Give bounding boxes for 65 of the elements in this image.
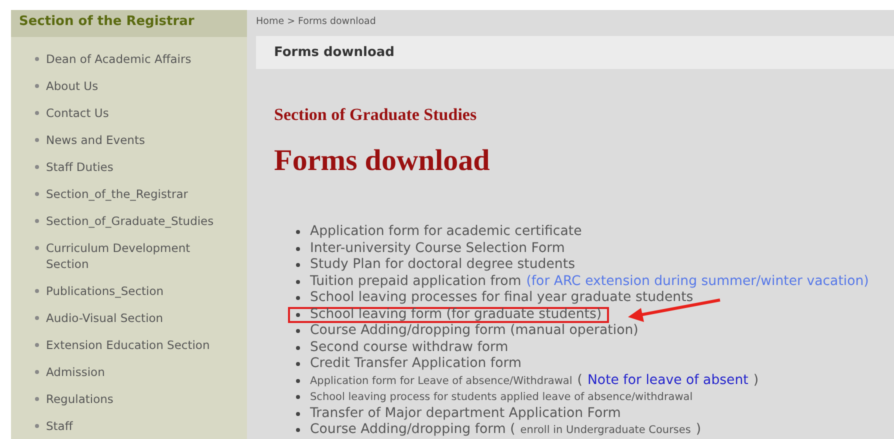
bullet-icon xyxy=(35,192,39,196)
form-link[interactable]: ) xyxy=(753,374,759,387)
sidebar-link[interactable]: Publications_Section xyxy=(46,283,224,299)
form-link[interactable]: School leaving processes for final year graduate students xyxy=(310,292,694,304)
bullet-icon xyxy=(35,165,39,169)
form-link[interactable]: Course Adding/dropping form ( xyxy=(310,424,516,436)
bullet-icon xyxy=(296,395,300,400)
form-link[interactable]: ( xyxy=(577,374,582,387)
bullet-icon xyxy=(35,57,39,61)
bullet-icon xyxy=(35,316,39,320)
bullet-icon xyxy=(35,111,39,115)
bullet-icon xyxy=(35,219,39,223)
section-heading: Section of Graduate Studies xyxy=(274,105,478,125)
breadcrumb: Home > Forms download xyxy=(256,15,377,29)
bullet-icon xyxy=(296,230,300,234)
heading: Forms download xyxy=(274,144,491,178)
form-link[interactable]: Inter-university Course Selection Form xyxy=(310,242,565,255)
bullet-icon xyxy=(35,424,39,428)
sidebar-link[interactable]: Section_of_Graduate_Studies xyxy=(46,213,224,229)
form-link[interactable]: Application form for Leave of absence/Withdrawal xyxy=(310,374,572,387)
bullet-icon xyxy=(35,138,39,142)
sidebar-link[interactable]: Section_of_the_Registrar xyxy=(46,186,224,202)
sidebar-link[interactable]: Dean of Academic Affairs xyxy=(46,51,224,67)
bullet-icon xyxy=(296,263,300,268)
form-link[interactable]: Second course withdraw form xyxy=(310,342,508,354)
bullet-icon xyxy=(35,246,39,250)
bullet-icon xyxy=(35,289,39,293)
bullet-icon xyxy=(296,362,300,366)
sidebar-link[interactable]: About Us xyxy=(46,78,224,94)
bullet-icon xyxy=(296,378,300,383)
sidebar-link[interactable]: Admission xyxy=(46,364,224,380)
sidebar-link[interactable]: Contact Us xyxy=(46,105,224,121)
bullet-icon xyxy=(296,412,300,416)
bullet-icon xyxy=(296,280,300,284)
sidebar-link[interactable]: Staff Duties xyxy=(46,159,224,175)
form-link[interactable]: Study Plan for doctoral degree students xyxy=(310,259,575,272)
page-title: Forms download xyxy=(274,45,394,60)
bullet-icon xyxy=(296,329,300,334)
form-link[interactable]: Credit Transfer Application form xyxy=(310,358,522,370)
bullet-icon xyxy=(296,296,300,300)
bullet-icon xyxy=(35,84,39,88)
form-link[interactable]: School leaving form (for graduate students) xyxy=(310,308,602,321)
bullet-icon xyxy=(35,397,39,401)
sidebar-title: Section of the Registrar xyxy=(11,10,247,37)
bullet-icon xyxy=(35,343,39,347)
bullet-icon xyxy=(296,246,300,251)
note-link[interactable]: (for ARC extension during summer/winter vacation) xyxy=(526,276,869,288)
bullet-icon xyxy=(296,428,300,432)
sidebar-link[interactable]: Staff xyxy=(46,418,224,434)
form-link[interactable]: enroll in Undergraduate Courses xyxy=(520,424,691,436)
sidebar-link[interactable]: Extension Education Section xyxy=(46,337,224,353)
form-link[interactable]: Application form for academic certificate xyxy=(310,226,582,238)
form-link[interactable]: Transfer of Major department Application Form xyxy=(310,408,621,420)
bullet-icon xyxy=(296,312,300,317)
form-link[interactable]: Tuition prepaid application from xyxy=(310,276,522,288)
sidebar-link[interactable]: Audio-Visual Section xyxy=(46,310,224,326)
sidebar-link[interactable]: News and Events xyxy=(46,132,224,148)
form-link[interactable]: School leaving process for students applied leave of absence/withdrawal xyxy=(310,391,693,404)
bullet-icon xyxy=(296,346,300,350)
sidebar-link[interactable]: Regulations xyxy=(46,391,224,407)
form-link[interactable]: ) xyxy=(696,424,702,436)
sidebar-link[interactable]: Curriculum Development Section xyxy=(46,240,224,272)
form-link[interactable]: Course Adding/dropping form (manual operation) xyxy=(310,325,638,338)
note-link[interactable]: Note for leave of absent xyxy=(587,374,748,387)
bullet-icon xyxy=(35,370,39,374)
